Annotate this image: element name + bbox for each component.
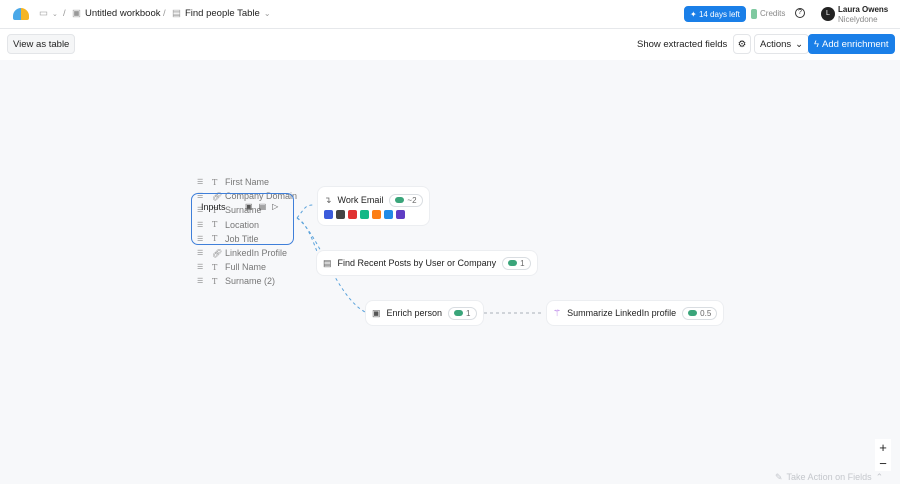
field-item[interactable]: ☰ T Full Name <box>197 261 266 273</box>
magic-wand-icon: ⚚ <box>553 307 562 318</box>
node-label: Work Email <box>337 195 384 205</box>
cost-badge: ~2 <box>389 193 423 207</box>
inputs-actions: ▣ ▤ ▷ <box>245 202 278 211</box>
person-icon: ▣ <box>372 307 381 318</box>
credit-icon <box>454 310 464 316</box>
field-label: First Name <box>225 177 270 187</box>
zoom-in-button[interactable]: + <box>875 439 891 455</box>
brush-icon: ✎ <box>775 472 783 482</box>
zoom-out-button[interactable]: − <box>875 455 891 471</box>
table-icon[interactable]: ▣ <box>245 202 253 211</box>
provider-logo-icon <box>348 209 357 219</box>
provider-logo-icon <box>384 209 393 219</box>
node-label: Summarize LinkedIn profile <box>567 308 677 318</box>
list-icon: ☰ <box>197 278 204 286</box>
list-icon: ☰ <box>197 264 204 272</box>
provider-logo-icon <box>372 209 381 219</box>
connections <box>296 204 542 314</box>
cost-badge: 1 <box>448 306 477 320</box>
list-icon: ☰ <box>197 179 204 186</box>
cost-badge: 1 <box>502 256 531 270</box>
link-icon: 🔗︎ <box>212 248 223 258</box>
text-type-icon: T <box>212 276 218 286</box>
credit-icon <box>395 197 405 203</box>
chevron-up-icon: ⌃ <box>875 472 884 482</box>
node-label: Find Recent Posts by User or Company <box>337 258 497 268</box>
text-type-icon: T <box>212 177 218 187</box>
waterfall-icon: ↴ <box>324 194 332 205</box>
field-item[interactable]: ☰ 🔗︎ LinkedIn Profile <box>197 247 287 259</box>
provider-logos <box>324 209 405 219</box>
inputs-group[interactable] <box>191 193 294 245</box>
take-action-button[interactable]: ✎ Take Action on Fields ⌃ <box>775 472 883 483</box>
inputs-label: Inputs <box>201 202 226 212</box>
cost-badge: 0.5 <box>682 306 718 320</box>
field-item[interactable]: ☰ T First Name <box>197 176 269 188</box>
node-work-email[interactable]: ↴ Work Email ~2 <box>318 187 429 225</box>
play-icon[interactable]: ▷ <box>272 202 278 211</box>
node-summarize[interactable]: ⚚ Summarize LinkedIn profile 0.5 <box>547 301 724 325</box>
node-label: Enrich person <box>386 308 443 318</box>
list-icon: ☰ <box>197 250 204 257</box>
node-enrich-person[interactable]: ▣ Enrich person 1 <box>366 301 483 325</box>
node-recent-posts[interactable]: ▤ Find Recent Posts by User or Company 1 <box>317 251 537 275</box>
field-label: LinkedIn Profile <box>225 248 288 258</box>
provider-logo-icon <box>324 209 333 219</box>
field-label: Surname (2) <box>225 276 276 287</box>
edge-work-email <box>296 204 315 219</box>
text-type-icon: T <box>212 262 218 272</box>
credit-icon <box>688 310 698 316</box>
provider-logo-icon <box>360 209 369 219</box>
field-label: Full Name <box>225 262 267 273</box>
posts-icon: ▤ <box>323 257 332 268</box>
provider-logo-icon <box>396 209 405 219</box>
field-item[interactable]: ☰ T Surname (2) <box>197 275 275 287</box>
credit-icon <box>508 260 518 266</box>
provider-logo-icon <box>336 209 345 219</box>
table-icon[interactable]: ▤ <box>259 202 267 211</box>
